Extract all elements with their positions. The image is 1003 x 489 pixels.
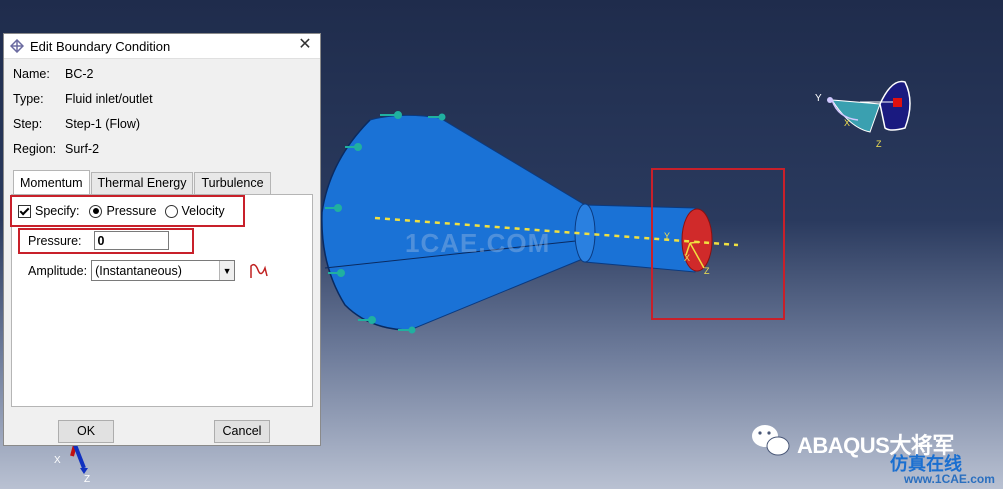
step-value: Step-1 (Flow) <box>65 117 141 131</box>
region-key: Region: <box>13 142 57 156</box>
wechat-icon <box>752 425 790 456</box>
amplitude-plot-icon[interactable] <box>249 262 269 280</box>
type-row: Type: Fluid inlet/outlet <box>13 92 153 110</box>
view-triad-top <box>827 80 911 133</box>
specify-highlight-box <box>10 195 245 227</box>
type-value: Fluid inlet/outlet <box>65 92 153 106</box>
triad-top-z-label: Z <box>876 139 882 149</box>
tab-thermal-energy[interactable]: Thermal Energy <box>90 172 194 194</box>
pressure-highlight-box <box>18 228 194 254</box>
region-row: Region: Surf-2 <box>13 142 99 160</box>
step-key: Step: <box>13 117 43 131</box>
triad-bottom-z-label: Z <box>84 474 91 485</box>
view-triad-bottom <box>70 444 88 474</box>
tab-momentum[interactable]: Momentum <box>13 170 90 194</box>
triad-top-y-label: Y <box>815 93 822 104</box>
step-row: Step: Step-1 (Flow) <box>13 117 140 135</box>
tab-bar: Momentum Thermal Energy Turbulence <box>13 170 272 194</box>
tab-turbulence[interactable]: Turbulence <box>194 172 271 194</box>
type-key: Type: <box>13 92 44 106</box>
center-watermark: 1CAE.COM <box>405 228 551 258</box>
region-value: Surf-2 <box>65 142 100 156</box>
amplitude-label: Amplitude: <box>28 263 88 278</box>
dialog-title: Edit Boundary Condition <box>30 38 171 54</box>
cancel-button[interactable]: Cancel <box>214 420 270 443</box>
abaqus-app-icon <box>10 39 24 53</box>
amplitude-value: (Instantaneous) <box>95 263 182 278</box>
chevron-down-icon[interactable]: ▼ <box>219 261 235 280</box>
amplitude-row: Amplitude: (Instantaneous) ▼ <box>28 260 269 281</box>
ok-button[interactable]: OK <box>58 420 114 443</box>
name-key: Name: <box>13 67 50 81</box>
outlet-highlight-box <box>651 168 785 320</box>
triad-bottom-x-label: X <box>54 455 61 466</box>
dialog-titlebar[interactable]: Edit Boundary Condition ✕ <box>4 34 320 59</box>
triad-top-x-label: X <box>844 118 851 128</box>
close-icon[interactable]: ✕ <box>296 36 314 54</box>
site-url-watermark: www.1CAE.com <box>904 472 995 486</box>
name-value: BC-2 <box>65 67 94 81</box>
name-row: Name: BC-2 <box>13 67 93 85</box>
amplitude-select[interactable]: (Instantaneous) ▼ <box>91 260 236 281</box>
